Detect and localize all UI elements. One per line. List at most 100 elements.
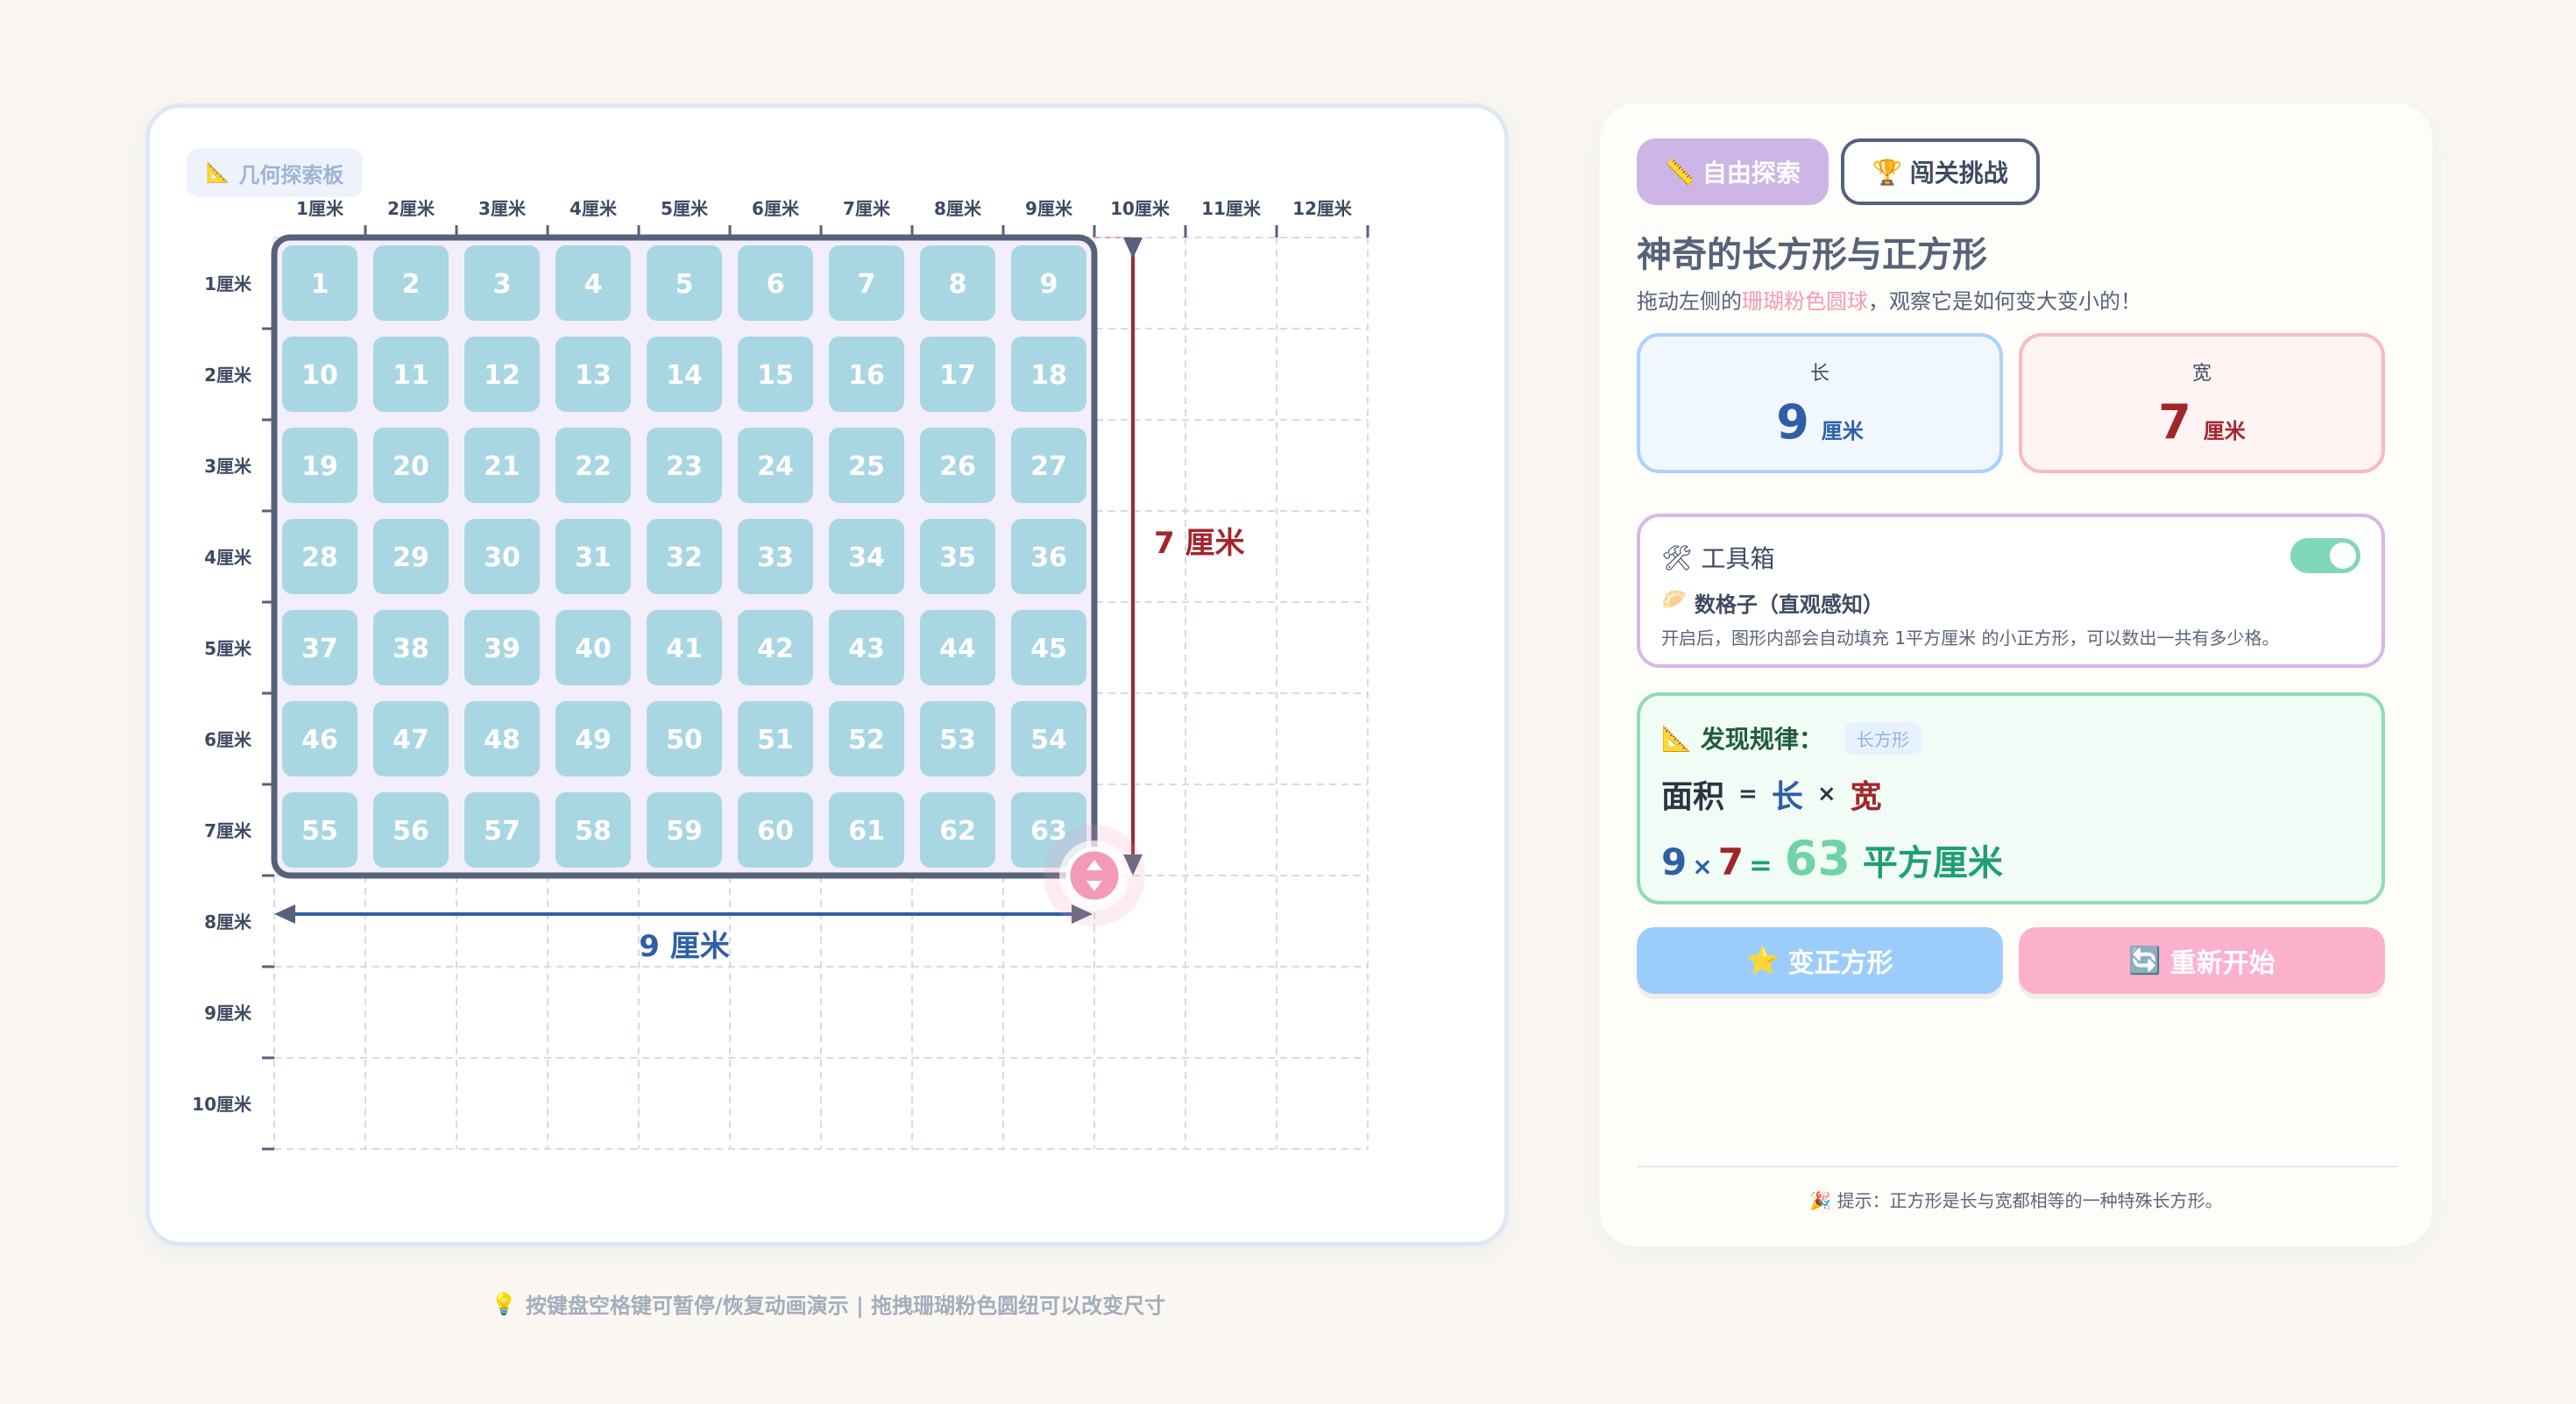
party-icon: 🎉 bbox=[1809, 1190, 1832, 1211]
x-tick-label: 8厘米 bbox=[934, 198, 982, 219]
keyboard-hint-text: 按键盘空格键可暂停/恢复动画演示 | 拖拽珊瑚粉色圆纽可以改变尺寸 bbox=[525, 1294, 1166, 1318]
lightbulb-icon: 💡 bbox=[491, 1291, 517, 1316]
x-tick-label: 10厘米 bbox=[1110, 198, 1171, 219]
calc-unit: 平方厘米 bbox=[1862, 843, 2003, 883]
unit-square-number: 36 bbox=[1030, 542, 1067, 573]
formula-equals: = bbox=[1738, 781, 1758, 807]
unit-square-number: 53 bbox=[939, 725, 976, 755]
x-tick-label: 6厘米 bbox=[752, 198, 800, 219]
unit-square-number: 28 bbox=[301, 542, 338, 573]
grid-canvas[interactable]: 1厘米 2厘米 3厘米 4厘米 5厘米 6厘米 7厘米 8厘米 9厘米 10厘米 11厘米 12厘米1… bbox=[150, 108, 1513, 1251]
reset-button[interactable]: 🔄 重新开始 bbox=[2019, 927, 2385, 994]
unit-square-number: 58 bbox=[575, 816, 612, 847]
formula-width: 宽 bbox=[1850, 779, 1882, 815]
unit-square-number: 59 bbox=[666, 816, 703, 847]
unit-square-number: 44 bbox=[939, 634, 976, 664]
unit-square-number: 50 bbox=[666, 725, 703, 755]
make-square-label: 变正方形 bbox=[1787, 949, 1893, 978]
unit-square-number: 33 bbox=[757, 542, 794, 573]
y-tick-label: 6厘米 bbox=[204, 729, 252, 750]
shape-type-chip: 长方形 bbox=[1844, 721, 1921, 755]
calc-length: 9 bbox=[1661, 840, 1688, 883]
geometry-board: 📐 几何探索板 1厘米 2厘米 3厘米 4厘米 5厘米 6厘米 7厘米 8厘米 9厘米 10厘米 1… bbox=[145, 103, 1509, 1246]
unit-square-number: 15 bbox=[757, 360, 794, 391]
unit-square-number: 13 bbox=[575, 360, 612, 391]
length-label: 长 bbox=[1809, 362, 1829, 385]
toolbox: 🛠 工具箱 🥟 数格子（直观感知） 开启后，图形内部会自动填充 1平方厘米 的小… bbox=[1637, 514, 2385, 668]
unit-square-number: 35 bbox=[939, 542, 976, 573]
unit-square-number: 18 bbox=[1030, 360, 1067, 391]
x-tick-label: 5厘米 bbox=[661, 198, 709, 219]
trophy-icon: 🏆 bbox=[1872, 157, 1903, 187]
make-square-button[interactable]: ⭐ 变正方形 bbox=[1637, 927, 2003, 994]
unit-square-number: 61 bbox=[848, 816, 885, 847]
width-label: 宽 bbox=[2191, 362, 2212, 385]
unit-square-number: 43 bbox=[848, 634, 885, 664]
length-value: 9 bbox=[1776, 394, 1809, 450]
y-tick-label: 10厘米 bbox=[192, 1094, 252, 1115]
unit-square-number: 22 bbox=[575, 451, 612, 482]
control-panel: 📏 自由探索 🏆 闯关挑战 神奇的长方形与正方形 拖动左侧的珊瑚粉色圆球，观察它… bbox=[1600, 103, 2432, 1246]
reset-label: 重新开始 bbox=[2169, 949, 2275, 978]
unit-square-number: 26 bbox=[939, 451, 976, 482]
unit-square-number: 12 bbox=[484, 360, 520, 391]
unit-square-number: 23 bbox=[666, 451, 703, 482]
tip-label: 提示：正方形是长与宽都相等的一种特殊长方形。 bbox=[1836, 1190, 2223, 1211]
x-tick-label: 4厘米 bbox=[570, 198, 618, 219]
unit-square-number: 27 bbox=[1030, 451, 1067, 482]
calc-equals: = bbox=[1748, 848, 1773, 882]
unit-square-number: 40 bbox=[575, 634, 612, 664]
ruler-icon: 📐 bbox=[1661, 723, 1692, 753]
refresh-icon: 🔄 bbox=[2128, 946, 2162, 975]
width-card: 宽 7 厘米 bbox=[2019, 333, 2385, 473]
tab-challenge[interactable]: 🏆 闯关挑战 bbox=[1840, 138, 2040, 205]
unit-square-number: 46 bbox=[301, 725, 338, 755]
mode-tabs: 📏 自由探索 🏆 闯关挑战 bbox=[1637, 138, 2040, 205]
unit-square-number: 39 bbox=[484, 634, 520, 664]
unit-square-number: 45 bbox=[1030, 634, 1067, 664]
panel-subtitle: 拖动左侧的珊瑚粉色圆球，观察它是如何变大变小的！ bbox=[1637, 284, 2141, 315]
x-tick-label: 2厘米 bbox=[387, 198, 435, 219]
unit-square-number: 62 bbox=[939, 816, 976, 847]
y-tick-label: 3厘米 bbox=[204, 456, 252, 477]
unit-square-number: 11 bbox=[393, 360, 429, 391]
toolbox-option: 🥟 数格子（直观感知） bbox=[1661, 587, 1884, 618]
toolbox-title-text: 工具箱 bbox=[1701, 544, 1775, 573]
unit-square-number: 51 bbox=[757, 725, 794, 755]
calc-times: × bbox=[1692, 852, 1713, 881]
toolbox-title: 🛠 工具箱 bbox=[1661, 540, 1775, 575]
area-calculation: 9 × 7 = 63 平方厘米 bbox=[1661, 831, 2003, 886]
width-value: 7 bbox=[2158, 394, 2191, 450]
subtitle-highlight: 珊瑚粉色圆球 bbox=[1742, 289, 1868, 314]
unit-square-number: 56 bbox=[393, 816, 429, 847]
unit-square-number: 17 bbox=[939, 360, 976, 391]
rule-title: 发现规律： bbox=[1700, 725, 1823, 754]
length-arrow-start bbox=[274, 904, 295, 924]
unit-square-number: 37 bbox=[301, 634, 338, 664]
count-grid-toggle[interactable] bbox=[2290, 538, 2360, 573]
unit-square-number: 21 bbox=[484, 451, 520, 482]
y-tick-label: 7厘米 bbox=[204, 820, 252, 841]
toolbox-option-text: 数格子（直观感知） bbox=[1694, 592, 1884, 617]
tab-free-explore[interactable]: 📏 自由探索 bbox=[1637, 138, 1829, 205]
unit-square-number: 6 bbox=[767, 269, 785, 300]
unit-square-number: 41 bbox=[666, 634, 703, 664]
y-tick-label: 1厘米 bbox=[204, 273, 252, 294]
unit-square-number: 9 bbox=[1040, 269, 1058, 300]
unit-square-number: 42 bbox=[757, 634, 794, 664]
unit-square-number: 34 bbox=[848, 542, 885, 573]
area-formula: 面积 = 长 × 宽 bbox=[1661, 771, 1882, 817]
tab-label: 自由探索 bbox=[1702, 159, 1801, 188]
keyboard-hint: 💡 按键盘空格键可暂停/恢复动画演示 | 拖拽珊瑚粉色圆纽可以改变尺寸 bbox=[491, 1288, 1165, 1319]
x-tick-label: 12厘米 bbox=[1292, 198, 1353, 219]
resize-handle[interactable] bbox=[1065, 847, 1123, 904]
unit-square-number: 20 bbox=[393, 451, 429, 482]
unit-square-number: 25 bbox=[848, 451, 885, 482]
calc-width: 7 bbox=[1717, 840, 1744, 883]
x-tick-label: 9厘米 bbox=[1025, 198, 1073, 219]
y-tick-label: 4厘米 bbox=[204, 547, 252, 568]
tools-icon: 🛠 bbox=[1661, 542, 1693, 572]
tab-label: 闯关挑战 bbox=[1909, 159, 2008, 188]
subtitle-text: 拖动左侧的 bbox=[1637, 289, 1742, 314]
width-arrow-start bbox=[1123, 238, 1143, 259]
